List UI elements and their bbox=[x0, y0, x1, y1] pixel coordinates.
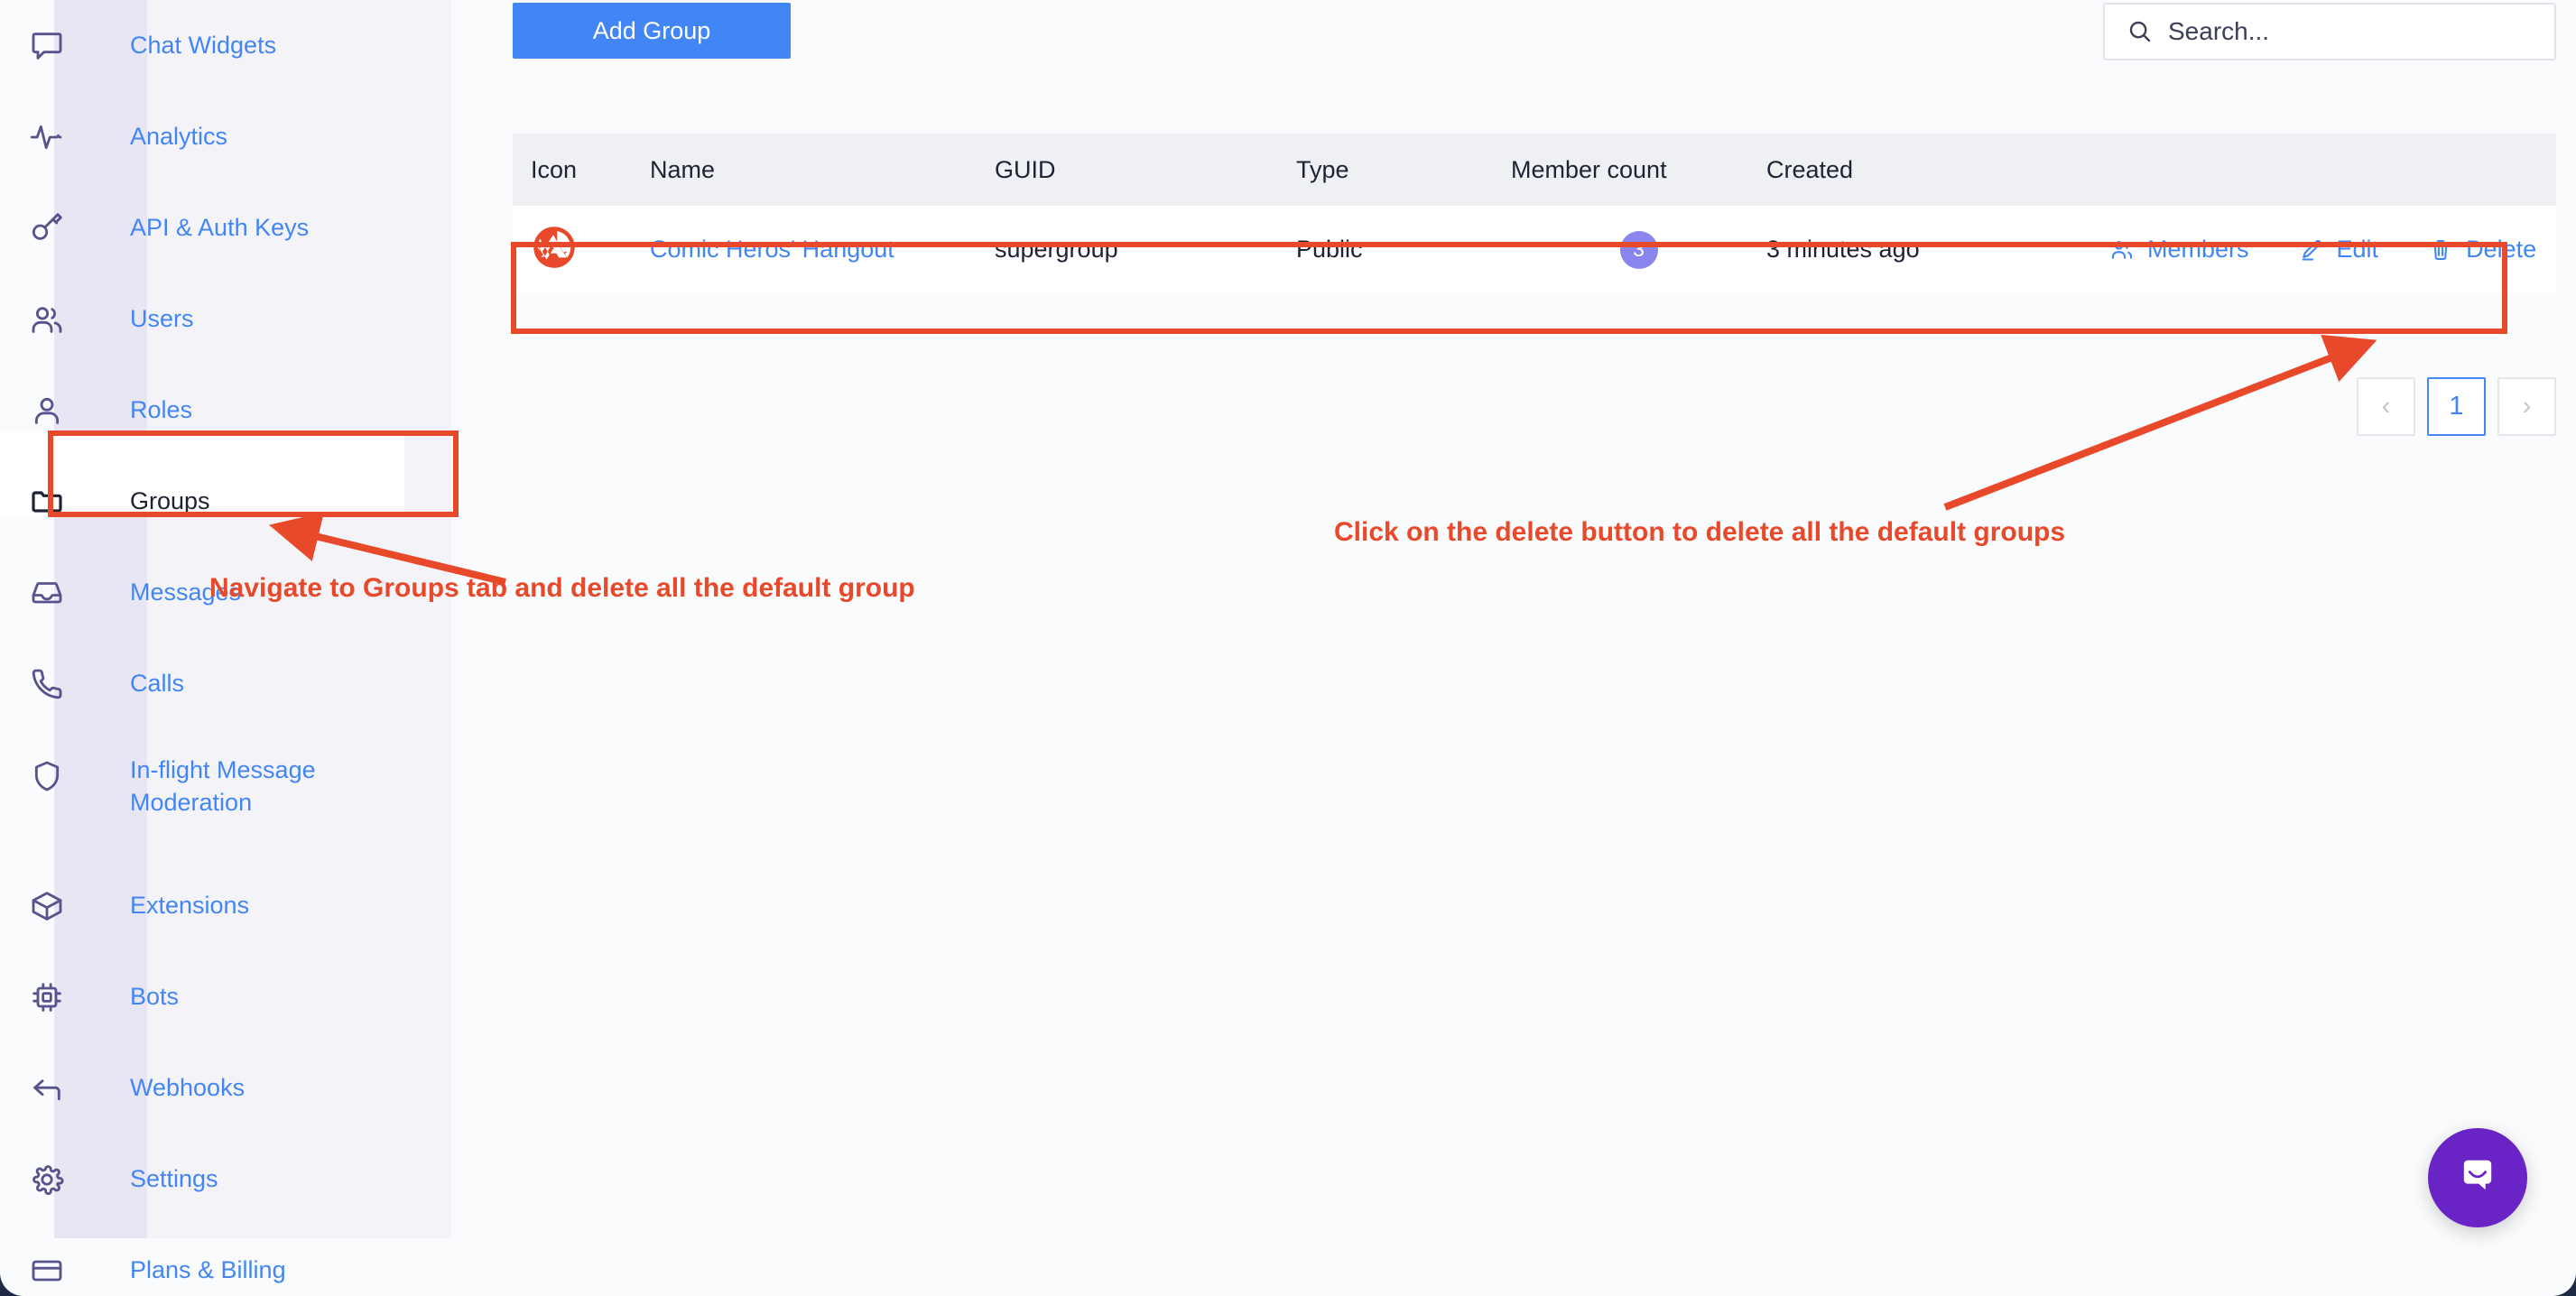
groups-table: Icon Name GUID Type Member count Created bbox=[513, 134, 2556, 293]
phone-icon bbox=[0, 666, 93, 702]
group-name-link[interactable]: Comic Heros' Hangout bbox=[650, 236, 894, 263]
column-header-created: Created bbox=[1766, 155, 1854, 183]
pagination-page-1[interactable]: 1 bbox=[2427, 377, 2486, 436]
sidebar-item-label: Webhooks bbox=[130, 1073, 246, 1101]
add-group-button[interactable]: Add Group bbox=[513, 3, 791, 59]
sidebar-item-api-auth-keys[interactable]: API & Auth Keys bbox=[0, 182, 397, 273]
key-icon bbox=[0, 210, 93, 246]
sidebar-item-extensions[interactable]: Extensions bbox=[0, 860, 397, 951]
arrow-return-icon bbox=[0, 1070, 93, 1106]
group-guid: supergroup bbox=[995, 236, 1118, 263]
intercom-chat-icon bbox=[2454, 1153, 2501, 1204]
sidebar-item-label: Roles bbox=[130, 395, 193, 423]
members-action-label: Members bbox=[2147, 236, 2249, 263]
delete-action-label: Delete bbox=[2466, 236, 2537, 263]
sidebar-item-settings[interactable]: Settings bbox=[0, 1134, 397, 1225]
sidebar-item-label: Chat Widgets bbox=[130, 31, 277, 59]
sidebar-item-label: In-flight Message Moderation bbox=[130, 756, 316, 816]
table-header-row: Icon Name GUID Type Member count Created bbox=[513, 134, 2556, 206]
member-count-badge: 3 bbox=[1619, 230, 1658, 269]
box-icon bbox=[0, 888, 93, 924]
column-header-type: Type bbox=[1296, 155, 1349, 183]
pagination-prev-button[interactable]: ‹ bbox=[2357, 377, 2415, 436]
search-box[interactable] bbox=[2103, 3, 2556, 60]
column-header-guid: GUID bbox=[995, 155, 1056, 183]
group-created: 3 minutes ago bbox=[1766, 236, 1920, 263]
pagination: ‹ 1 › bbox=[2357, 377, 2556, 436]
sidebar-item-label: Analytics bbox=[130, 122, 228, 150]
sidebar-item-in-flight-message-moderation[interactable]: In-flight Message Moderation bbox=[0, 729, 397, 860]
sidebar-item-bots[interactable]: Bots bbox=[0, 951, 397, 1042]
sidebar-item-calls[interactable]: Calls bbox=[0, 638, 397, 729]
chip-icon bbox=[0, 979, 93, 1015]
members-action-button[interactable]: Members bbox=[2109, 236, 2249, 264]
sidebar-item-label: Bots bbox=[130, 982, 180, 1010]
search-icon bbox=[2127, 18, 2154, 45]
delete-action-button[interactable]: Delete bbox=[2428, 236, 2536, 264]
inbox-icon bbox=[0, 575, 93, 611]
edit-action-button[interactable]: Edit bbox=[2299, 236, 2379, 264]
annotation-note-sidebar: Navigate to Groups tab and delete all th… bbox=[209, 573, 915, 603]
sidebar-item-chat-widgets[interactable]: Chat Widgets bbox=[0, 0, 397, 91]
row-actions: Members Edit Delete bbox=[2109, 236, 2563, 264]
group-avatar bbox=[513, 224, 650, 275]
avengers-logo-icon bbox=[531, 227, 578, 274]
group-type: Public bbox=[1296, 236, 1363, 263]
sidebar-item-roles[interactable]: Roles bbox=[0, 365, 397, 456]
trash-icon bbox=[2428, 237, 2453, 263]
credit-card-icon bbox=[0, 1253, 93, 1289]
gear-icon bbox=[0, 1162, 93, 1198]
annotation-note-delete: Click on the delete button to delete all… bbox=[1334, 517, 2066, 547]
sidebar-item-label: Plans & Billing bbox=[130, 1255, 286, 1283]
table-row[interactable]: Comic Heros' Hangout supergroup Public 3… bbox=[513, 206, 2556, 293]
group-name-cell: Comic Heros' Hangout bbox=[650, 236, 995, 264]
pencil-icon bbox=[2299, 237, 2324, 263]
folder-icon bbox=[0, 484, 93, 520]
user-icon bbox=[0, 393, 93, 429]
column-header-icon: Icon bbox=[531, 155, 578, 183]
sidebar-item-label: Groups bbox=[130, 486, 210, 514]
column-header-name: Name bbox=[650, 155, 716, 183]
sidebar-item-groups[interactable]: Groups bbox=[0, 456, 397, 547]
pagination-next-button[interactable]: › bbox=[2497, 377, 2556, 436]
sidebar-item-label: Calls bbox=[130, 669, 185, 697]
sidebar-nav: Chat Widgets Analytics API & Auth Keys U… bbox=[0, 0, 397, 1296]
activity-pulse-icon bbox=[0, 119, 93, 155]
members-icon bbox=[2109, 237, 2135, 263]
search-input[interactable] bbox=[2168, 17, 2533, 46]
users-icon bbox=[0, 301, 93, 338]
intercom-launcher-button[interactable] bbox=[2428, 1128, 2527, 1227]
chat-bubble-icon bbox=[0, 28, 93, 64]
group-member-count-cell: 3 bbox=[1511, 230, 1766, 269]
sidebar-item-webhooks[interactable]: Webhooks bbox=[0, 1042, 397, 1134]
sidebar-item-label: Users bbox=[130, 304, 194, 332]
edit-action-label: Edit bbox=[2336, 236, 2379, 263]
column-header-member-count: Member count bbox=[1511, 155, 1667, 183]
shield-icon bbox=[0, 754, 93, 794]
app-window: Chat Widgets Analytics API & Auth Keys U… bbox=[0, 0, 2576, 1296]
sidebar-item-analytics[interactable]: Analytics bbox=[0, 91, 397, 182]
main-content: Add Group Icon Name GUID Type Member cou… bbox=[451, 0, 2576, 1296]
sidebar-item-label: API & Auth Keys bbox=[130, 213, 310, 241]
sidebar-item-label: Extensions bbox=[130, 891, 250, 919]
sidebar-item-plans-billing[interactable]: Plans & Billing bbox=[0, 1225, 397, 1296]
sidebar-item-users[interactable]: Users bbox=[0, 273, 397, 365]
sidebar-item-label: Settings bbox=[130, 1164, 218, 1192]
